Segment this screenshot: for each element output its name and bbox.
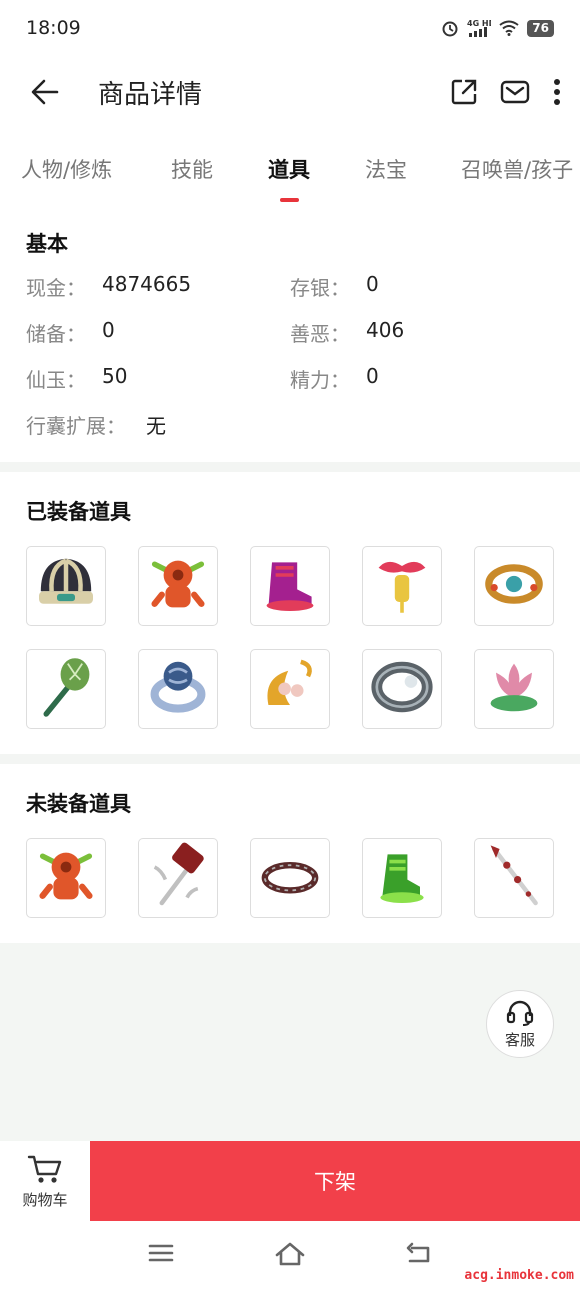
boots-icon xyxy=(254,548,326,624)
jade-value: 50 xyxy=(102,364,128,388)
bottom-action-bar: 购物车 下架 xyxy=(0,1141,580,1221)
ring-blue-icon xyxy=(142,651,214,727)
more-vertical-icon xyxy=(554,79,560,105)
wifi-icon xyxy=(499,20,519,36)
status-icons: 4G HD 76 xyxy=(441,18,554,38)
unequipped-item-3[interactable] xyxy=(250,838,330,918)
page-title: 商品详情 xyxy=(98,79,203,110)
delist-button[interactable]: 下架 xyxy=(90,1141,580,1221)
spear-icon xyxy=(478,840,550,916)
more-button[interactable] xyxy=(552,78,562,106)
unequipped-item-2[interactable] xyxy=(138,838,218,918)
menu-icon xyxy=(148,1244,174,1262)
tab-treasure[interactable]: 法宝 xyxy=(365,154,407,184)
status-time: 18:09 xyxy=(26,17,81,39)
tab-character[interactable]: 人物/修炼 xyxy=(21,154,112,184)
tab-items[interactable]: 道具 xyxy=(268,154,310,184)
equipped-section: 已装备道具 xyxy=(0,472,580,754)
equipped-item-6[interactable] xyxy=(26,649,106,729)
customer-service-label: 客服 xyxy=(504,1030,535,1049)
unequipped-item-1[interactable] xyxy=(26,838,106,918)
watermark: acg.inmoke.com xyxy=(464,1268,574,1283)
menu-nav-button[interactable] xyxy=(148,1241,174,1269)
green-boots-icon xyxy=(366,840,438,916)
bag-expansion-label: 行囊扩展： xyxy=(26,414,126,438)
jade-label: 仙玉： xyxy=(26,368,86,392)
cash-label: 现金： xyxy=(26,276,86,300)
deposit-value: 0 xyxy=(366,272,379,296)
shopping-cart-icon xyxy=(27,1155,62,1183)
status-bar: 18:09 4G HD 76 xyxy=(0,0,580,56)
helmet-icon xyxy=(30,548,102,624)
home-nav-button[interactable] xyxy=(274,1241,306,1271)
cart-button[interactable]: 购物车 xyxy=(0,1141,90,1221)
svg-text:4G HD: 4G HD xyxy=(467,19,491,28)
equipped-item-2[interactable] xyxy=(138,546,218,626)
equipped-item-8[interactable] xyxy=(250,649,330,729)
reserve-value: 0 xyxy=(102,318,115,342)
energy-label: 精力： xyxy=(290,368,350,392)
unequipped-item-4[interactable] xyxy=(362,838,442,918)
cart-label: 购物车 xyxy=(22,1190,68,1209)
equipped-item-3[interactable] xyxy=(250,546,330,626)
equipped-item-9[interactable] xyxy=(362,649,442,729)
back-button[interactable] xyxy=(0,56,90,128)
arrow-left-icon xyxy=(31,79,59,105)
ring-silver-icon xyxy=(366,651,438,727)
earrings-icon xyxy=(254,651,326,727)
section-divider xyxy=(0,754,580,764)
section-divider xyxy=(0,462,580,472)
cash-value: 4874665 xyxy=(102,272,192,296)
hammer-icon xyxy=(142,840,214,916)
equipped-item-7[interactable] xyxy=(138,649,218,729)
deposit-label: 存银： xyxy=(290,276,350,300)
beast-totem-icon xyxy=(142,548,214,624)
share-button[interactable] xyxy=(450,78,478,106)
active-tab-indicator xyxy=(280,198,299,202)
app-bar: 商品详情 xyxy=(0,56,580,128)
home-icon xyxy=(275,1242,305,1266)
system-nav-bar: acg.inmoke.com xyxy=(0,1221,580,1289)
equipped-title: 已装备道具 xyxy=(26,500,131,524)
ring-dark-icon xyxy=(254,840,326,916)
share-icon xyxy=(451,79,477,105)
scepter-icon xyxy=(30,651,102,727)
tab-skills[interactable]: 技能 xyxy=(171,154,213,184)
equipped-item-5[interactable] xyxy=(474,546,554,626)
back-nav-icon xyxy=(406,1242,430,1263)
message-button[interactable] xyxy=(500,79,530,105)
battery-indicator: 76 xyxy=(527,19,554,37)
lotus-icon xyxy=(478,651,550,727)
back-nav-button[interactable] xyxy=(404,1241,434,1271)
equipped-item-4[interactable] xyxy=(362,546,442,626)
signal-icon: 4G HD xyxy=(467,18,491,38)
karma-label: 善恶： xyxy=(290,322,350,346)
pendant-icon xyxy=(366,548,438,624)
unequipped-title: 未装备道具 xyxy=(26,792,131,816)
alarm-icon xyxy=(441,19,459,37)
unequipped-item-5[interactable] xyxy=(474,838,554,918)
customer-service-button[interactable]: 客服 xyxy=(486,990,554,1058)
basic-section: 基本 现金： 4874665 存银： 0 储备： 0 善恶： 406 仙玉： 5… xyxy=(0,204,580,462)
reserve-label: 储备： xyxy=(26,322,86,346)
bag-expansion-value: 无 xyxy=(146,414,166,438)
energy-value: 0 xyxy=(366,364,379,388)
karma-value: 406 xyxy=(366,318,405,342)
tab-pets[interactable]: 召唤兽/孩子 xyxy=(461,154,573,184)
equipped-item-1[interactable] xyxy=(26,546,106,626)
app-actions xyxy=(450,56,562,128)
tab-bar: 人物/修炼 技能 道具 法宝 召唤兽/孩子 xyxy=(0,140,580,204)
delist-label: 下架 xyxy=(314,1170,356,1194)
bracelet-icon xyxy=(478,548,550,624)
mail-icon xyxy=(500,80,530,104)
unequipped-section: 未装备道具 xyxy=(0,764,580,943)
beast-totem-icon xyxy=(30,840,102,916)
basic-title: 基本 xyxy=(26,232,68,256)
equipped-item-10[interactable] xyxy=(474,649,554,729)
headset-icon xyxy=(506,1000,534,1026)
